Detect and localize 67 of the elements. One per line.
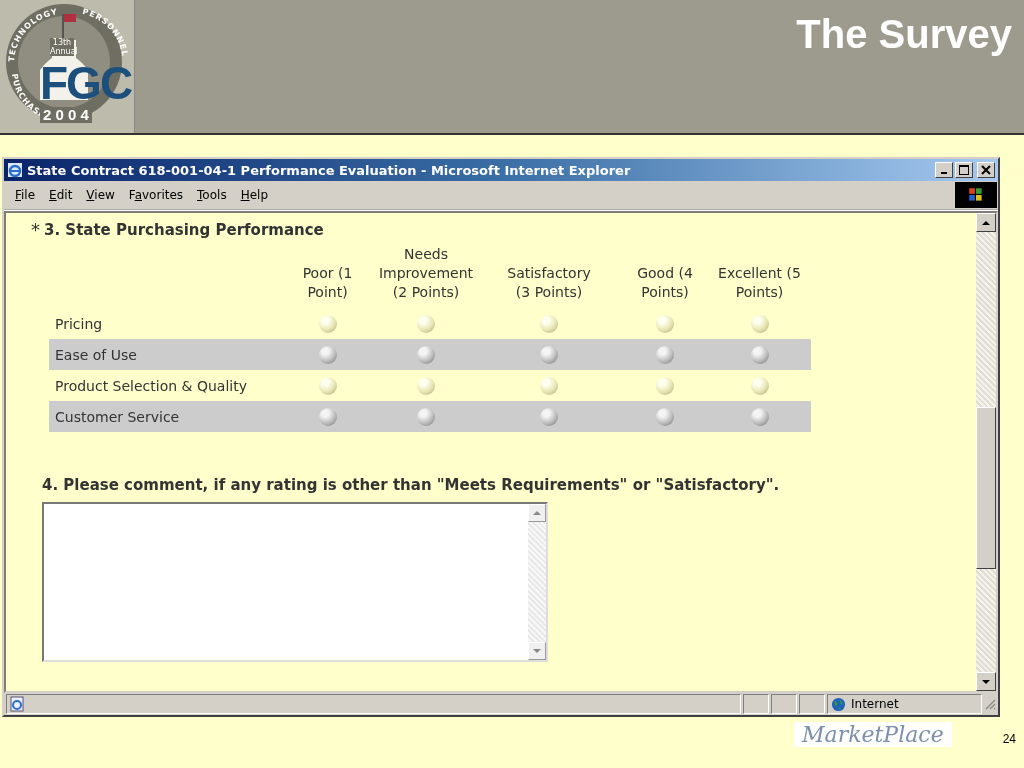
radio-button[interactable] <box>417 376 435 395</box>
radio-button[interactable] <box>750 345 769 364</box>
radio-button[interactable] <box>656 376 674 395</box>
radio-button[interactable] <box>540 345 558 364</box>
minimize-button[interactable] <box>935 162 953 178</box>
column-header: Poor (1 Point) <box>301 264 354 302</box>
minimize-icon <box>941 172 947 174</box>
close-button[interactable] <box>977 162 995 178</box>
maximize-button[interactable] <box>955 162 973 178</box>
row-label: Pricing <box>55 315 103 332</box>
slide-title: The Survey <box>796 11 1012 58</box>
maximize-icon <box>959 165 969 175</box>
page-number: 24 <box>1002 732 1016 746</box>
radio-button[interactable] <box>318 345 337 364</box>
menu-item[interactable]: Tools <box>190 188 234 202</box>
menu-item[interactable]: Favorites <box>121 188 191 202</box>
row-label: Ease of Use <box>55 346 137 363</box>
radio-button[interactable] <box>540 376 558 395</box>
status-panel <box>771 694 797 714</box>
question-title: 4. Please comment, if any rating is other than "Meets Requirements" or "Satisfactory". <box>42 476 781 494</box>
resize-grip-icon[interactable] <box>984 698 996 710</box>
menu-item[interactable]: File <box>8 188 43 202</box>
row-label: Product Selection & Quality <box>55 377 247 394</box>
radio-button[interactable] <box>750 376 769 395</box>
page-icon <box>9 696 25 712</box>
browser-icon <box>7 162 23 178</box>
menu-item[interactable]: View <box>79 188 122 202</box>
scroll-down-button[interactable] <box>976 672 996 691</box>
down-arrow-icon <box>982 677 990 686</box>
radio-button[interactable] <box>540 407 558 426</box>
logo-year: 2 0 0 4 <box>40 107 92 123</box>
radio-button[interactable] <box>540 314 558 333</box>
close-icon <box>981 165 991 175</box>
menu-item[interactable]: Help <box>233 188 275 202</box>
radio-button[interactable] <box>417 314 435 333</box>
scroll-thumb[interactable] <box>976 407 996 569</box>
row-label: Customer Service <box>55 408 180 425</box>
globe-icon <box>831 696 846 712</box>
radio-button[interactable] <box>417 407 435 426</box>
radio-button[interactable] <box>318 314 337 333</box>
up-arrow-icon <box>982 218 990 227</box>
question-title: 3. State Purchasing Performance <box>44 221 324 239</box>
comment-field[interactable] <box>42 502 548 662</box>
radio-button[interactable] <box>656 314 674 333</box>
radio-button[interactable] <box>656 407 674 426</box>
radio-button[interactable] <box>656 345 674 364</box>
radio-button[interactable] <box>750 407 769 426</box>
column-header: Needs Improvement (2 Points) <box>377 245 475 302</box>
radio-button[interactable] <box>417 345 435 364</box>
radio-button[interactable] <box>750 314 769 333</box>
status-panel <box>743 694 769 714</box>
radio-button[interactable] <box>318 376 337 395</box>
required-marker: * <box>31 221 40 239</box>
column-header: Excellent (5 Points) <box>717 264 802 302</box>
column-header: Good (4 Points) <box>636 264 694 302</box>
scrollbar[interactable] <box>976 213 996 691</box>
scroll-up-button[interactable] <box>976 213 996 232</box>
up-arrow-icon <box>533 509 541 517</box>
radio-button[interactable] <box>318 407 337 426</box>
down-arrow-icon <box>533 647 541 655</box>
zone-label: Internet <box>851 697 899 711</box>
menu-item[interactable]: Edit <box>42 188 80 202</box>
window-title: State Contract 618-001-04-1 Performance Evaluation - Microsoft Internet Explorer <box>27 162 632 178</box>
windows-logo-icon <box>955 182 997 208</box>
column-header: Satisfactory (3 Points) <box>506 264 592 302</box>
corner-logo-text: MarketPlace <box>794 722 952 747</box>
status-panel <box>799 694 825 714</box>
